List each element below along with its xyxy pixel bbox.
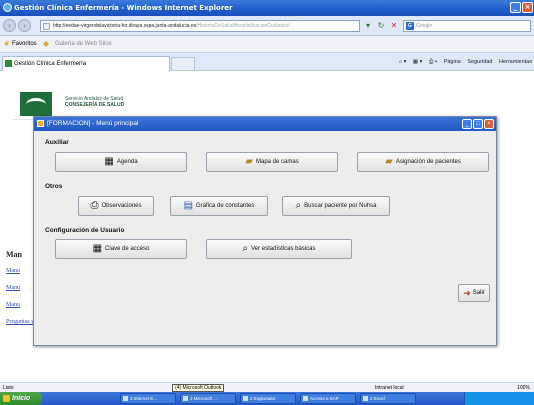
url-path: /HistoriaDeSaludHospitalizacionCuidados/ [196,23,290,29]
minimize-button[interactable]: _ [510,2,521,13]
observaciones-label: Observaciones [101,203,142,209]
dialog-app-icon [37,120,44,127]
mapa-camas-label: Mapa de camas [256,159,299,165]
print-icon[interactable]: ⎙ ▾ [429,59,437,65]
taskbar-item-ie[interactable]: 3 Internet E... [120,393,176,404]
page-menu[interactable]: Página [444,59,461,65]
taskbar-item-outlook[interactable]: 3 Microsoft ... [180,393,236,404]
tab-gestion-clinica[interactable]: Gestión Clínica Enfermería [2,56,170,71]
manual-link-2[interactable]: Manu [6,280,22,297]
taskbar-item-explorer[interactable]: 2 Explorador [240,393,296,404]
dialog-title-bar: [FORMACION] - Menú principal _ □ × [34,117,496,131]
agenda-button[interactable]: ▦ Agenda [55,152,187,172]
outlook-tooltip: (4) Microsoft Outlook [172,384,225,392]
new-tab-button[interactable] [171,57,195,70]
observaciones-button[interactable]: ⎙ Observaciones [78,196,154,216]
section-auxiliar: Auxiliar [45,139,69,146]
agenda-icon: ▦ [104,156,114,167]
exit-icon: ➜ [463,287,471,298]
manuals-list: Man Manu Manu Manu [6,246,22,314]
grafica-label: Gráfica de constantes [196,203,255,209]
manuals-heading: Man [6,250,22,259]
mapa-camas-button[interactable]: ▰ Mapa de camas [206,152,338,172]
command-bar: ⌂ ▾ ▦ ▾ ⎙ ▾ Página Seguridad Herramienta… [394,56,532,69]
buscar-paciente-button[interactable]: ⌕ Buscar paciente por Nuhsa [282,196,390,216]
estadisticas-label: Ver estadísticas básicas [251,246,316,252]
asignacion-pacientes-button[interactable]: ▰ Asignación de pacientes [357,152,489,172]
bed-icon: ▰ [245,156,253,167]
agenda-label: Agenda [116,159,138,165]
windows-taskbar: Inicio 3 Internet E... 3 Microsoft ... 2… [0,392,534,405]
page-icon [43,23,50,30]
tab-title: Gestión Clínica Enfermería [14,61,87,67]
tab-icon [5,60,12,67]
home-icon[interactable]: ⌂ ▾ [399,59,407,65]
web-slice-icon: ◆ [43,39,50,48]
start-button[interactable]: Inicio [0,392,42,405]
feeds-icon[interactable]: ▦ ▾ [413,59,423,65]
stats-icon: ⌕ [242,243,249,254]
dialog-close-button[interactable]: × [484,119,494,129]
search-icon: ⌕ [295,200,302,211]
tools-menu[interactable]: Herramientas [499,59,532,65]
grafica-constantes-button[interactable]: ▤ Gráfica de constantes [170,196,268,216]
page-content: Servicio Andaluz de Salud CONSEJERÍA DE … [0,72,534,382]
web-slice-gallery-link[interactable]: Galería de Web Slice [55,36,112,53]
salir-button[interactable]: ➜ Salir [458,284,490,302]
section-config: Configuración de Usuario [45,227,125,234]
url-field[interactable]: http://eedae-virgendelavictoria-for.dira… [40,20,360,32]
window-title: Gestión Clínica Enfermería - Windows Int… [14,4,233,12]
taskbar-item-excel[interactable]: 2 Excel [360,393,416,404]
tab-bar: Gestión Clínica Enfermería ⌂ ▾ ▦ ▾ ⎙ ▾ P… [0,53,534,71]
dialog-title: [FORMACION] - Menú principal [47,120,139,127]
manual-link-3[interactable]: Manu [6,297,22,314]
search-input[interactable]: G Google [403,20,531,32]
printer-icon: ⎙ [90,200,99,211]
url-text: http://eedae-virgendelavictoria-for.dira… [53,23,197,29]
estadisticas-button[interactable]: ⌕ Ver estadísticas básicas [206,239,352,259]
manual-link-1[interactable]: Manu [6,263,22,280]
org-line-2: CONSEJERÍA DE SALUD [65,102,125,108]
stop-icon[interactable]: ✕ [388,20,400,32]
dialog-minimize-button[interactable]: _ [462,119,472,129]
salir-label: Salir [472,290,485,296]
ie-logo-icon [3,3,12,12]
dialog-maximize-button[interactable]: □ [473,119,483,129]
clave-label: Clave de acceso [105,246,150,252]
search-placeholder: Google [416,23,433,29]
back-button[interactable]: ‹ [3,19,16,32]
window-title-bar: Gestión Clínica Enfermería - Windows Int… [0,0,534,16]
dropdown-icon[interactable]: ▾ [362,20,374,32]
chart-icon: ▤ [183,200,194,211]
org-name: Servicio Andaluz de Salud CONSEJERÍA DE … [65,96,124,108]
main-menu-dialog: [FORMACION] - Menú principal _ □ × Auxil… [33,116,497,346]
asignacion-label: Asignación de pacientes [395,159,461,165]
status-bar: Listo (4) Microsoft Outlook Intranet loc… [0,382,534,392]
google-icon: G [406,22,414,30]
favorites-star-icon[interactable]: ★ [3,40,10,48]
forward-button[interactable]: › [18,19,31,32]
section-otros: Otros [45,183,63,190]
favorites-bar: ★ Favoritos ◆ Galería de Web Slice [0,36,534,53]
taskbar-item-sap[interactable]: Acceso a SAP [300,393,356,404]
favorites-button[interactable]: Favoritos [12,36,37,53]
address-bar: ‹ › http://eedae-virgendelavictoria-for.… [0,16,534,36]
buscar-label: Buscar paciente por Nuhsa [304,203,377,209]
page-header: Servicio Andaluz de Salud CONSEJERÍA DE … [12,84,482,120]
refresh-icon[interactable]: ↻ [375,20,387,32]
clave-acceso-button[interactable]: ▦ Clave de acceso [55,239,187,259]
key-icon: ▦ [92,243,103,254]
close-window-button[interactable]: × [522,2,533,13]
security-menu[interactable]: Seguridad [467,59,492,65]
system-tray [464,392,534,405]
assign-bed-icon: ▰ [385,156,393,167]
junta-andalucia-logo [20,92,52,116]
